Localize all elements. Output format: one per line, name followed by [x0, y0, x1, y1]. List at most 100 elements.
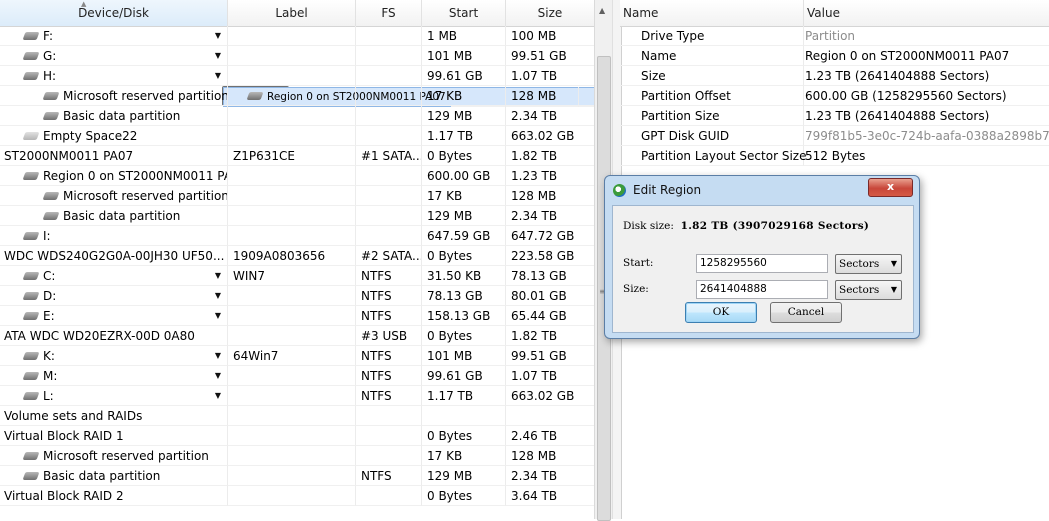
table-row[interactable]: Region 0 on ST2000NM0011 PA07 600.00 GB 1.…	[0, 166, 594, 186]
table-row[interactable]: ATA WDC WD20EZRX-00D 0A80 #3 USB 0 Bytes 1.…	[0, 326, 594, 346]
table-row[interactable]: Basic data partition NTFS 129 MB 2.34 TB	[0, 466, 594, 486]
cell-fs: NTFS	[356, 266, 422, 286]
cell-text: #3 USB	[361, 329, 408, 343]
dropdown-arrow-icon[interactable]: ▼	[215, 266, 221, 285]
table-row[interactable]: Basic data partition 129 MB 2.34 TB	[0, 106, 594, 126]
cell-text: 663.02 GB	[511, 389, 575, 403]
cell-label	[228, 126, 356, 146]
partition-icon	[42, 211, 60, 220]
column-header-label: Device/Disk	[78, 6, 149, 20]
dialog-titlebar[interactable]: Edit Region x	[605, 176, 919, 204]
column-header-text: Start	[448, 6, 479, 20]
property-row[interactable]: Partition Layout Sector Size 512 Bytes	[620, 146, 1049, 166]
cell-text: 128 MB	[511, 89, 557, 103]
column-header-value[interactable]: Value	[804, 0, 1049, 26]
cell-fs	[356, 126, 422, 146]
table-row[interactable]: K: ▼ 64Win7 NTFS 101 MB 99.51 GB	[0, 346, 594, 366]
chevron-down-icon: ▼	[890, 285, 897, 294]
cell-start: 99.61 GB	[422, 366, 506, 386]
property-row[interactable]: GPT Disk GUID 799f81b5-3e0c-724b-aafa-038…	[620, 126, 1049, 146]
column-header-name[interactable]: Name	[620, 0, 804, 26]
property-row[interactable]: Partition Size 1.23 TB (2641404888 Sector…	[620, 106, 1049, 126]
table-row[interactable]: G: ▼ 101 MB 99.51 GB	[0, 46, 594, 66]
column-header-start[interactable]: Start	[422, 0, 506, 26]
property-row[interactable]: Name Region 0 on ST2000NM0011 PA07	[620, 46, 1049, 66]
table-row[interactable]: F: ▼ 1 MB 100 MB	[0, 26, 594, 46]
table-row[interactable]: Microsoft reserved partition 17 KB 128 MB	[0, 446, 594, 466]
table-row[interactable]: Basic data partition 129 MB 2.34 TB	[0, 206, 594, 226]
close-button[interactable]: x	[868, 178, 913, 197]
cell-text: WDC WDS240G2G0A-00JH30 UF50...	[4, 249, 225, 263]
start-input[interactable]: 1258295560	[696, 254, 828, 273]
table-row[interactable]: Volume sets and RAIDs	[0, 406, 594, 426]
cell-text: E:	[43, 309, 55, 323]
cell-label	[228, 46, 356, 66]
table-row[interactable]: H: ▼ 99.61 GB 1.07 TB	[0, 66, 594, 86]
column-header-fs[interactable]: FS	[356, 0, 422, 26]
dropdown-arrow-icon[interactable]: ▼	[215, 306, 221, 325]
dropdown-arrow-icon[interactable]: ▼	[215, 46, 221, 65]
table-row[interactable]: E: ▼ NTFS 158.13 GB 65.44 GB	[0, 306, 594, 326]
cell-text: NTFS	[361, 289, 392, 303]
dropdown-arrow-icon[interactable]: ▼	[215, 366, 221, 385]
partition-icon	[22, 291, 40, 300]
table-row[interactable]: D: ▼ NTFS 78.13 GB 80.01 GB	[0, 286, 594, 306]
cancel-button[interactable]: Cancel	[770, 302, 842, 323]
size-unit-select[interactable]: Sectors ▼	[835, 280, 902, 300]
cell-name: Microsoft reserved partition	[0, 86, 228, 106]
start-unit-select[interactable]: Sectors ▼	[835, 254, 902, 274]
device-tree-table: Device/Disk ▲ Label FS Start Size F: ▼ 1 M…	[0, 0, 594, 519]
property-row[interactable]: Size 1.23 TB (2641404888 Sectors)	[620, 66, 1049, 86]
dropdown-arrow-icon[interactable]: ▼	[215, 386, 221, 405]
cell-size: 100 MB	[506, 26, 594, 46]
scroll-up-icon[interactable]: ▲	[599, 6, 605, 15]
property-row[interactable]: Partition Offset 600.00 GB (1258295560 Se…	[620, 86, 1049, 106]
dropdown-arrow-icon[interactable]: ▼	[215, 286, 221, 305]
cell-start	[422, 406, 506, 426]
cell-text: NTFS	[361, 369, 392, 383]
partition-icon	[22, 71, 40, 80]
dropdown-arrow-icon[interactable]: ▼	[215, 26, 221, 45]
ok-button[interactable]: OK	[685, 302, 757, 323]
property-value: 1.23 TB (2641404888 Sectors)	[804, 66, 1049, 86]
table-row[interactable]: Virtual Block RAID 1 0 Bytes 2.46 TB	[0, 426, 594, 446]
table-row[interactable]: Microsoft reserved partition 17 KB 128 MB	[0, 186, 594, 206]
cell-text: 3.64 TB	[511, 489, 558, 503]
cell-text: 0 Bytes	[427, 489, 473, 503]
partition-icon	[22, 371, 40, 380]
cell-label	[228, 66, 356, 86]
partition-icon	[42, 191, 60, 200]
cell-name: Basic data partition	[0, 466, 228, 486]
cell-text: Volume sets and RAIDs	[4, 409, 143, 423]
cell-text: 1 MB	[427, 29, 458, 43]
cell-label	[228, 306, 356, 326]
cell-size: 663.02 GB	[506, 126, 594, 146]
dialog-title: Edit Region	[633, 183, 702, 197]
table-row[interactable]: L: ▼ NTFS 1.17 TB 663.02 GB	[0, 386, 594, 406]
table-row[interactable]: ST2000NM0011 PA07 Z1P631CE #1 SATA... 0 Byt…	[0, 146, 594, 166]
table-row[interactable]: I: 647.59 GB 647.72 GB	[0, 226, 594, 246]
table-row[interactable]: M: ▼ NTFS 99.61 GB 1.07 TB	[0, 366, 594, 386]
partition-icon	[42, 91, 60, 100]
cell-name: K: ▼	[0, 346, 228, 366]
cell-name: M: ▼	[0, 366, 228, 386]
table-row[interactable]: WDC WDS240G2G0A-00JH30 UF50... 1909A08036…	[0, 246, 594, 266]
table-row[interactable]: C: ▼ WIN7 NTFS 31.50 KB 78.13 GB	[0, 266, 594, 286]
dropdown-arrow-icon[interactable]: ▼	[215, 66, 221, 85]
cell-fs: NTFS	[356, 466, 422, 486]
table-row[interactable]: Empty Space22 1.17 TB 663.02 GB	[0, 126, 594, 146]
column-header-device[interactable]: Device/Disk	[0, 0, 228, 26]
column-header-size[interactable]: Size	[506, 0, 594, 26]
column-header-label[interactable]: Label	[228, 0, 356, 26]
cell-text: L:	[43, 389, 54, 403]
cell-text: 1.82 TB	[511, 149, 558, 163]
size-input[interactable]: 2641404888	[696, 280, 828, 299]
property-value: 1.23 TB (2641404888 Sectors)	[804, 106, 1049, 126]
cell-text: Z1P631CE	[233, 149, 295, 163]
table-row[interactable]: Microsoft reserved partition 17 KB 128 MB	[0, 86, 594, 106]
property-row[interactable]: Drive Type Partition	[620, 26, 1049, 46]
dropdown-arrow-icon[interactable]: ▼	[215, 346, 221, 365]
table-row[interactable]: Virtual Block RAID 2 0 Bytes 3.64 TB	[0, 486, 594, 506]
cell-text: 2.34 TB	[511, 209, 558, 223]
cell-size: 1.82 TB	[506, 326, 594, 346]
